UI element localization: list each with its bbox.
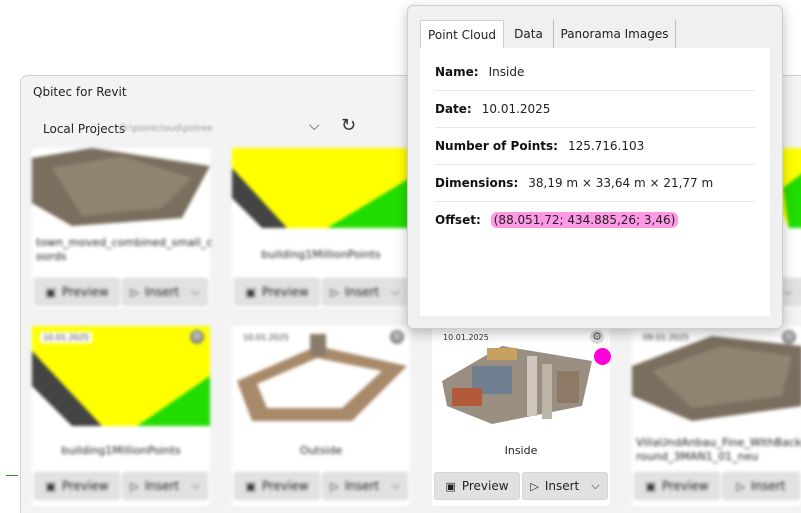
card-date: 10.01.2025 [240,332,292,343]
insert-label: Insert [751,479,786,493]
card-thumbnail [32,148,210,226]
card-actions: ▣ Preview ▷ Insert [632,472,801,500]
detail-label: Offset: [435,212,481,227]
chevron-down-icon: ⌵ [391,479,400,492]
chevron-down-icon[interactable]: ⌵ [309,118,320,134]
point-cloud-card[interactable]: 10.01.2025 ⚙ building1MillionPoints ▣ Pre… [32,326,210,506]
gear-icon[interactable]: ⚙ [590,330,604,344]
project-path: D:\pointcloud\potree [120,124,213,134]
tab-data[interactable]: Data [504,20,554,48]
detail-label: Date: [435,101,472,116]
card-name: Outside [299,444,343,457]
chevron-down-icon: ⌵ [783,285,793,298]
detail-row-name: Name: Inside [435,53,755,91]
window-title: Qbitec for Revit [33,85,127,99]
point-cloud-card[interactable]: building1MillionPoints ▣ Preview ▷ Insert ⌵ [232,148,410,308]
play-icon: ▷ [736,479,746,493]
detail-label: Name: [435,64,479,79]
card-date: 09.01.2025 [640,332,692,343]
gear-icon[interactable]: ⚙ [390,330,404,344]
detail-value: 125.716.103 [567,138,645,153]
image-icon: ▣ [245,285,256,299]
gear-icon[interactable]: ⚙ [782,330,796,344]
detail-row-dimensions: Dimensions: 38,19 m × 33,64 m × 21,77 m [435,164,755,202]
card-name: VillaUndAnbau_Fine_WithBackg round_3MAN1… [636,436,801,463]
highlight-marker [594,348,611,365]
card-name: building1MillionPoints [61,444,181,457]
insert-button[interactable]: ▷ Insert ⌵ [322,278,408,306]
project-selector-label: Local Projects [43,122,126,136]
offset-value-highlight: (88.051,72; 434.885,26; 3,46) [490,211,679,228]
detail-label: Dimensions: [435,175,519,190]
insert-button[interactable]: ▷ Insert ⌵ [522,472,608,500]
preview-button[interactable]: ▣ Preview [434,472,520,500]
point-cloud-card[interactable]: 10.01.2025 ⚙ Outside ▣ Preview ▷ Insert ⌵ [232,326,410,506]
card-actions: ▣ Preview ▷ Insert ⌵ [32,472,210,500]
insert-label: Insert [144,285,180,299]
play-icon: ▷ [130,479,139,493]
card-name: building1MillionPoints [261,248,381,261]
preview-button[interactable]: ▣ Preview [34,472,120,500]
preview-label: Preview [461,479,509,493]
chevron-down-icon: ⌵ [591,479,600,492]
insert-button[interactable]: ▷ Insert ⌵ [322,472,408,500]
detail-label: Number of Points: [435,138,558,153]
insert-button[interactable]: ▷ Insert [722,472,800,500]
detail-value: 38,19 m × 33,64 m × 21,77 m [528,175,714,190]
point-cloud-card-inside[interactable]: 10.01.2025 ⚙ Inside ▣ Preview ▷ Insert ⌵ [432,326,610,506]
insert-button[interactable]: ▷ Insert ⌵ [122,278,208,306]
preview-label: Preview [61,479,109,493]
chevron-down-icon: ⌵ [191,285,200,298]
point-cloud-card[interactable]: 09.01.2025 ⚙ VillaUndAnbau_Fine_WithBack… [632,326,801,506]
detail-value: Inside [488,64,525,79]
play-icon: ▷ [130,285,139,299]
left-edge-mark [6,475,18,476]
preview-label: Preview [261,285,309,299]
insert-label: Insert [344,479,380,493]
tab-point-cloud[interactable]: Point Cloud [420,20,504,48]
image-icon: ▣ [445,479,456,493]
point-cloud-card[interactable]: town_moved_combined_small_c oords ▣ Previ… [32,148,213,308]
details-panel: Name: Inside Date: 10.01.2025 Number of … [420,48,770,316]
preview-label: Preview [661,479,709,493]
point-cloud-details-popup: Point Cloud Data Panorama Images Name: I… [407,5,783,329]
detail-row-number-of-points: Number of Points: 125.716.103 [435,127,755,165]
card-date: 10.01.2025 [440,332,492,343]
preview-label: Preview [61,285,109,299]
play-icon: ▷ [530,479,539,493]
insert-label: Insert [544,479,580,493]
preview-button[interactable]: ▣ Preview [234,472,320,500]
detail-value: 10.01.2025 [481,101,551,116]
card-actions: ▣ Preview ▷ Insert ⌵ [432,472,610,500]
card-name: Inside [504,444,538,457]
refresh-icon[interactable]: ↻ [341,115,356,136]
chevron-down-icon: ⌵ [191,479,200,492]
insert-label: Insert [344,285,380,299]
detail-row-offset: Offset: (88.051,72; 434.885,26; 3,46) [435,201,755,238]
card-actions: ▣ Preview ▷ Insert ⌵ [232,472,410,500]
card-name: town_moved_combined_small_c oords [36,236,213,263]
play-icon: ▷ [330,285,339,299]
image-icon: ▣ [45,285,56,299]
chevron-down-icon: ⌵ [391,285,400,298]
gear-icon[interactable]: ⚙ [190,330,204,344]
card-thumbnail [232,148,410,228]
preview-button[interactable]: ▣ Preview [34,278,120,306]
play-icon: ▷ [330,479,339,493]
card-actions: ▣ Preview ▷ Insert ⌵ [32,278,210,306]
insert-label: Insert [144,479,180,493]
image-icon: ▣ [245,479,256,493]
detail-row-date: Date: 10.01.2025 [435,90,755,128]
insert-button[interactable]: ▷ Insert ⌵ [122,472,208,500]
image-icon: ▣ [645,479,656,493]
card-date: 10.01.2025 [40,332,92,343]
preview-button[interactable]: ▣ Preview [234,278,320,306]
preview-button[interactable]: ▣ Preview [634,472,720,500]
card-actions: ▣ Preview ▷ Insert ⌵ [232,278,410,306]
preview-label: Preview [261,479,309,493]
tab-panorama-images[interactable]: Panorama Images [554,20,676,48]
image-icon: ▣ [45,479,56,493]
